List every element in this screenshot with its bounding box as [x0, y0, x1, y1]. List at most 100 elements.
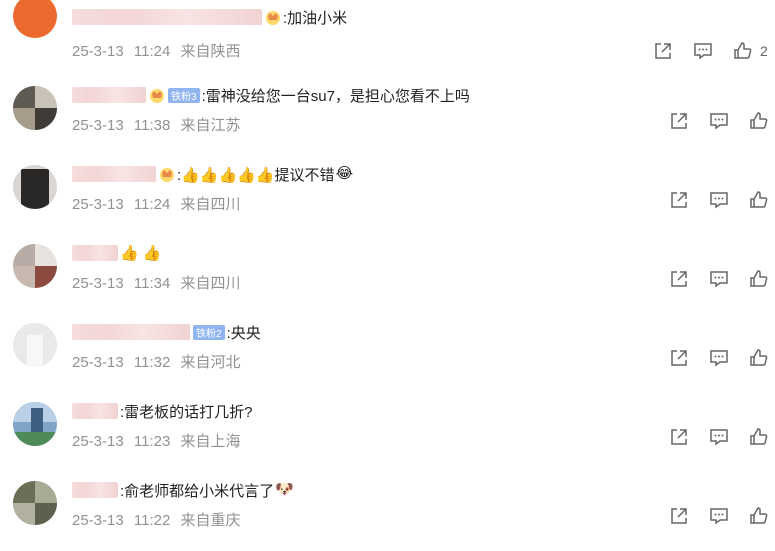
avatar[interactable] — [13, 481, 57, 525]
comment-icon — [710, 350, 728, 367]
username-blurred[interactable] — [72, 324, 190, 340]
reply-button[interactable] — [708, 268, 730, 290]
comment-item: 铁粉3 :雷神没给您一台su7，是担心您看不上吗 25-3-13 11:38 来… — [0, 78, 775, 156]
share-icon — [671, 350, 687, 366]
comment-text: :央央 — [226, 324, 261, 342]
comment-text: :俞老师都给小米代言了 — [120, 482, 275, 500]
comment-date: 25-3-13 — [72, 354, 124, 371]
like-button[interactable] — [732, 40, 754, 62]
like-button[interactable] — [748, 347, 770, 369]
comment-date: 25-3-13 — [72, 196, 124, 213]
share-button[interactable] — [668, 347, 690, 369]
avatar[interactable] — [13, 323, 57, 367]
reply-button[interactable] — [708, 189, 730, 211]
comment-location: 来自四川 — [180, 196, 241, 213]
comment-meta: 25-3-13 11:34 来自四川 — [72, 272, 241, 293]
comment-text: :加油小米 — [283, 9, 348, 27]
crown-icon — [160, 168, 174, 182]
share-icon — [671, 508, 687, 524]
comment-icon — [710, 271, 728, 288]
like-button[interactable] — [748, 268, 770, 290]
comment-location: 来自重庆 — [180, 512, 241, 529]
reply-button[interactable] — [708, 110, 730, 132]
comment-time: 11:24 — [133, 196, 171, 213]
comment-time: 11:32 — [133, 354, 171, 371]
thumbs-up-icon — [750, 191, 768, 208]
like-button[interactable] — [748, 505, 770, 527]
reply-button[interactable] — [708, 347, 730, 369]
share-button[interactable] — [668, 505, 690, 527]
share-button[interactable] — [668, 189, 690, 211]
comment-text: :雷老板的话打几折? — [120, 403, 253, 421]
like-button[interactable] — [748, 189, 770, 211]
reply-button[interactable] — [708, 505, 730, 527]
comment-meta: 25-3-13 11:23 来自上海 — [72, 430, 241, 451]
comment-meta: 25-3-13 11:24 来自四川 — [72, 193, 241, 214]
like-button[interactable] — [748, 110, 770, 132]
like-button[interactable] — [748, 426, 770, 448]
thumbs-up-icon — [750, 507, 768, 524]
comment-icon — [710, 192, 728, 209]
avatar[interactable] — [13, 0, 57, 38]
comment-location: 来自四川 — [180, 275, 241, 292]
fan-badge: 铁粉2 — [193, 324, 225, 340]
crown-icon — [150, 89, 164, 103]
avatar[interactable] — [13, 165, 57, 209]
like-count: 2 — [760, 43, 768, 59]
comment-text: :👍👍👍👍👍提议不错 — [177, 166, 335, 184]
comment-time: 11:24 — [133, 43, 171, 60]
avatar[interactable] — [13, 86, 57, 130]
comment-text: 👍 👍 — [120, 245, 162, 262]
thumbs-up-icon — [734, 42, 752, 59]
comment-date: 25-3-13 — [72, 512, 124, 529]
comment-location: 来自陕西 — [180, 43, 241, 60]
comment-meta: 25-3-13 11:22 来自重庆 — [72, 509, 241, 530]
comment-icon — [710, 113, 728, 130]
comment-item: 👍 👍 25-3-13 11:34 来自四川 — [0, 236, 775, 314]
comment-location: 来自河北 — [180, 354, 241, 371]
avatar[interactable] — [13, 244, 57, 288]
comment-date: 25-3-13 — [72, 275, 124, 292]
username-blurred[interactable] — [72, 245, 118, 261]
username-blurred[interactable] — [72, 166, 156, 182]
comment-icon — [694, 43, 712, 60]
crown-icon — [266, 11, 280, 25]
share-button[interactable] — [668, 426, 690, 448]
thumbs-up-icon — [750, 270, 768, 287]
fan-badge: 铁粉3 — [168, 87, 200, 103]
reply-button[interactable] — [708, 426, 730, 448]
comment-date: 25-3-13 — [72, 43, 124, 60]
comment-meta: 25-3-13 11:32 来自河北 — [72, 351, 241, 372]
comment-date: 25-3-13 — [72, 117, 124, 134]
username-blurred[interactable] — [72, 9, 262, 25]
username-blurred[interactable] — [72, 482, 118, 498]
comment-date: 25-3-13 — [72, 433, 124, 450]
username-blurred[interactable] — [72, 87, 146, 103]
share-button[interactable] — [668, 110, 690, 132]
comment-item: 铁粉2 :央央 25-3-13 11:32 来自河北 — [0, 315, 775, 393]
comment-item: :俞老师都给小米代言了 🐶 25-3-13 11:22 来自重庆 — [0, 473, 775, 551]
comment-time: 11:23 — [133, 433, 171, 450]
username-blurred[interactable] — [72, 403, 118, 419]
thumbs-up-icon — [750, 112, 768, 129]
share-icon — [671, 271, 687, 287]
avatar[interactable] — [13, 402, 57, 446]
share-icon — [671, 429, 687, 445]
comment-item: :雷老板的话打几折? 25-3-13 11:23 来自上海 — [0, 394, 775, 472]
thumbs-up-icon — [750, 349, 768, 366]
comment-time: 11:22 — [133, 512, 171, 529]
comment-icon — [710, 508, 728, 525]
comment-item: :👍👍👍👍👍提议不错 😂 25-3-13 11:24 来自四川 — [0, 157, 775, 235]
comment-meta: 25-3-13 11:24 来自陕西 — [72, 40, 241, 61]
comment-item: :加油小米 25-3-13 11:24 来自陕西 2 — [0, 0, 775, 60]
comment-meta: 25-3-13 11:38 来自江苏 — [72, 114, 241, 135]
share-icon — [671, 192, 687, 208]
thumbs-up-icon — [750, 428, 768, 445]
comment-time: 11:34 — [133, 275, 171, 292]
share-button[interactable] — [652, 40, 674, 62]
comment-location: 来自江苏 — [180, 117, 241, 134]
share-button[interactable] — [668, 268, 690, 290]
share-icon — [671, 113, 687, 129]
reply-button[interactable] — [692, 40, 714, 62]
laughing-emoji-icon: 😂 — [335, 165, 354, 182]
